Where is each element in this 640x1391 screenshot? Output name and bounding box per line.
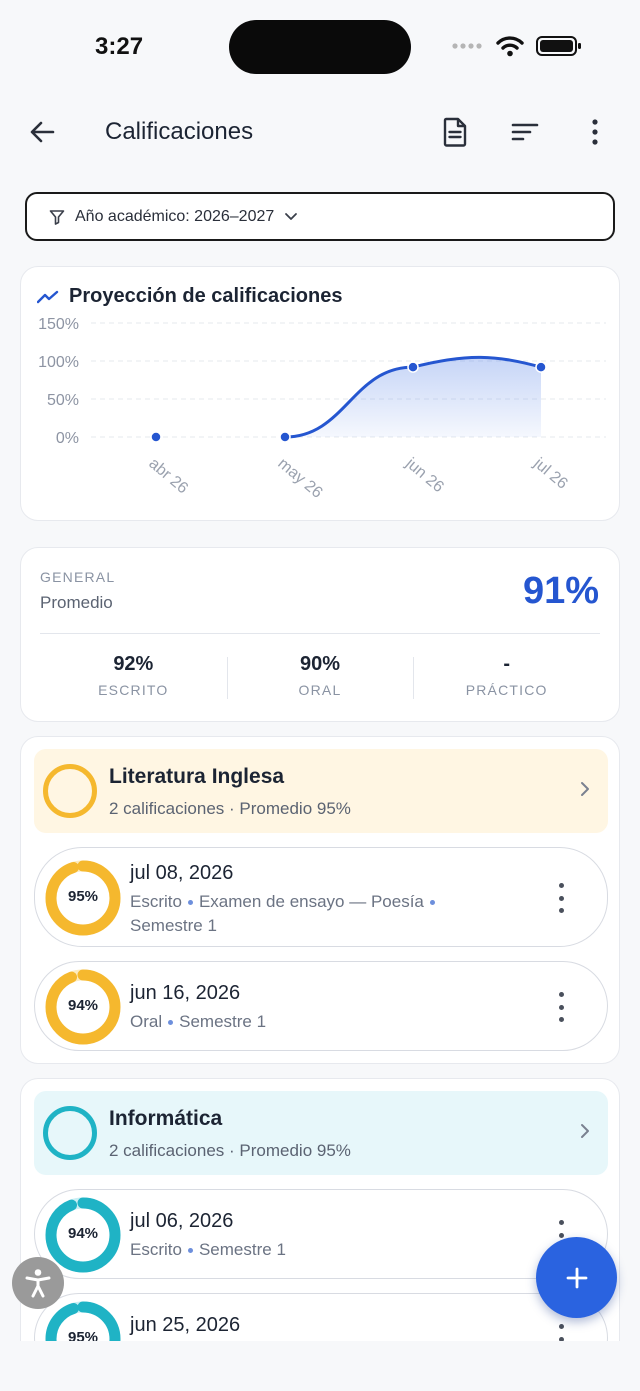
grade-term: Semestre 1 [198,1240,286,1259]
grade-more-button[interactable] [551,883,571,913]
subject-header[interactable]: Literatura Inglesa 2 calificaciones · Pr… [34,749,608,833]
grade-term: Semestre 1 [130,916,217,935]
grade-date: jun 25, 2026 [130,1314,241,1336]
filter-label: Año académico: 2026–2027 [75,207,275,225]
y-tick-label: 50% [47,392,79,409]
divider [40,633,600,634]
general-average-card: GENERAL Promedio 91% 92% ESCRITO 90% ORA… [20,547,620,722]
academic-year-filter[interactable]: Año académico: 2026–2027 [25,192,615,241]
accessibility-button[interactable] [12,1257,64,1309]
more-options-button[interactable] [575,112,615,152]
grade-date: jul 06, 2026 [130,1210,234,1232]
more-vertical-icon [592,119,598,145]
stat-label: PRÁCTICO [465,682,548,698]
separator-dot [187,900,193,906]
data-point [535,361,547,373]
grade-more-button[interactable] [551,992,571,1022]
plus-icon [566,1267,587,1288]
app-bar: Calificaciones [0,100,640,164]
data-point [407,361,419,373]
grade-term: Semestre 1 [179,1012,267,1031]
grade-meta: Escrito Examen de ensayo — Poesía Semestre… [130,890,480,938]
grade-type: Escrito [130,892,182,911]
stat-oral: 90% ORAL [226,653,414,703]
grade-projection-card: Proyección de calificaciones 150% 100% 50%… [20,266,620,521]
accessibility-icon [25,1269,51,1298]
signal-icon [452,43,482,49]
grade-item[interactable]: 95% jul 08, 2026 Escrito Examen de ensayo… [34,847,608,947]
grade-percent: 94% [67,997,99,1014]
add-grade-button[interactable] [536,1237,617,1318]
grade-type: Escrito [130,1240,182,1259]
stat-value: 90% [299,653,341,675]
subject-meta: 2 calificaciones · Promedio 95% [109,799,351,818]
chevron-right-icon [581,782,589,796]
chevron-down-icon [285,212,298,220]
status-time: 3:27 [95,33,144,60]
grade-meta: Oral Semestre 1 [130,1010,480,1034]
x-tick-label: abr 26 [145,455,191,497]
grade-date: jun 16, 2026 [130,982,241,1004]
separator-dot [187,1248,193,1254]
back-button[interactable] [22,112,62,152]
grade-detail: Examen de ensayo — Poesía [198,892,424,911]
page-title: Calificaciones [105,118,254,145]
status-icons [452,35,582,57]
separator-dot [168,1020,174,1026]
filter-icon [49,209,65,225]
subject-card-literatura: Literatura Inglesa 2 calificaciones · Pr… [20,736,620,1064]
grade-percent: 94% [67,1225,99,1242]
document-icon [443,117,467,147]
grade-meta: Escrito Semestre 1 [130,1238,480,1262]
x-tick-label: jun 26 [402,454,447,496]
grade-percent: 95% [67,888,99,905]
y-tick-label: 150% [38,316,79,333]
y-tick-label: 0% [56,430,79,447]
stat-value: 92% [113,653,154,675]
status-bar: 3:27 [0,0,640,95]
sort-button[interactable] [505,112,545,152]
general-label: GENERAL [40,569,116,585]
battery-icon [536,36,581,56]
stat-written: 92% ESCRITO [40,653,227,703]
stat-label: ESCRITO [98,682,169,698]
separator-dot [429,900,435,906]
general-stats: 92% ESCRITO 90% ORAL - PRÁCTICO [40,653,600,703]
x-tick-label: may 26 [274,455,325,502]
stat-practical: - PRÁCTICO [413,653,600,703]
subject-name: Informática [109,1107,223,1130]
subject-card-informatica: Informática 2 calificaciones · Promedio … [20,1078,620,1383]
grade-date: jul 08, 2026 [130,862,234,884]
subject-name: Literatura Inglesa [109,765,285,788]
data-point [279,431,291,443]
general-sub: Promedio [40,593,113,612]
projection-chart: 150% 100% 50% 0% abr 26 may 26 jun 26 jul 26 [38,316,606,502]
stat-value: - [503,653,511,675]
general-value: 91% [522,570,599,612]
x-tick-label: jul 26 [530,454,571,492]
stat-label: ORAL [298,682,342,698]
wifi-icon [496,36,524,57]
subject-meta: 2 calificaciones · Promedio 95% [109,1141,351,1160]
subject-progress-ring [43,764,97,818]
report-button[interactable] [435,112,475,152]
data-point [150,431,162,443]
sort-icon [511,123,539,141]
grade-item[interactable]: 94% jun 16, 2026 Oral Semestre 1 [34,961,608,1051]
bottom-safe-area [0,1341,640,1391]
y-tick-label: 100% [38,354,79,371]
subject-header[interactable]: Informática 2 calificaciones · Promedio … [34,1091,608,1175]
arrow-left-icon [30,121,55,143]
grade-item[interactable]: 94% jul 06, 2026 Escrito Semestre 1 [34,1189,608,1279]
grade-type: Oral [130,1012,163,1031]
chevron-right-icon [581,1124,589,1138]
dynamic-island [229,20,411,74]
subject-progress-ring [43,1106,97,1160]
